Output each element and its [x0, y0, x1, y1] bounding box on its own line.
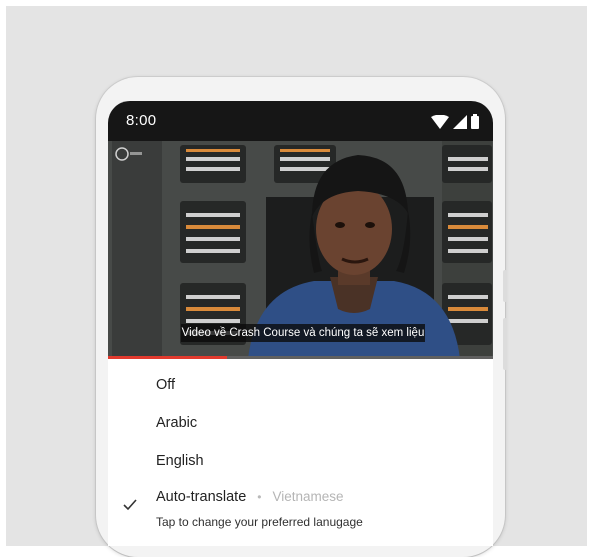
- auto-translate-row: Auto-translate • Vietnamese: [156, 489, 344, 505]
- auto-translate-label: Auto-translate: [156, 489, 247, 505]
- cell-signal-icon: [453, 115, 467, 129]
- caption-option-off[interactable]: Off: [108, 367, 493, 405]
- status-time: 8:00: [126, 112, 157, 129]
- status-bar: 8:00: [108, 101, 493, 141]
- auto-translate-language: Vietnamese: [272, 489, 344, 504]
- caption-option-arabic[interactable]: Arabic: [108, 405, 493, 443]
- video-player[interactable]: Video về Crash Course và chúng ta sẽ xem…: [108, 141, 493, 359]
- phone-screen: 8:00 Video về Crash Course và chúng ta s…: [108, 101, 493, 546]
- caption-option-label: Arabic: [156, 415, 198, 431]
- caption-option-label: Off: [156, 377, 176, 393]
- caption-option-label: English: [156, 453, 204, 469]
- video-caption: Video về Crash Course và chúng ta sẽ xem…: [181, 324, 425, 342]
- caption-menu-sheet: Off Arabic English Auto-translate • Viet…: [108, 359, 493, 546]
- auto-translate-hint: Tap to change your preferred lanugage: [156, 515, 363, 529]
- status-icons: [431, 113, 479, 129]
- battery-icon: [471, 114, 479, 129]
- wifi-icon: [431, 115, 449, 129]
- power-button: [503, 318, 507, 370]
- check-icon: [123, 499, 137, 511]
- caption-option-auto-translate[interactable]: Auto-translate • Vietnamese Tap to chang…: [108, 481, 493, 537]
- caption-option-english[interactable]: English: [108, 443, 493, 481]
- volume-button: [503, 270, 507, 302]
- separator-dot: •: [257, 490, 262, 504]
